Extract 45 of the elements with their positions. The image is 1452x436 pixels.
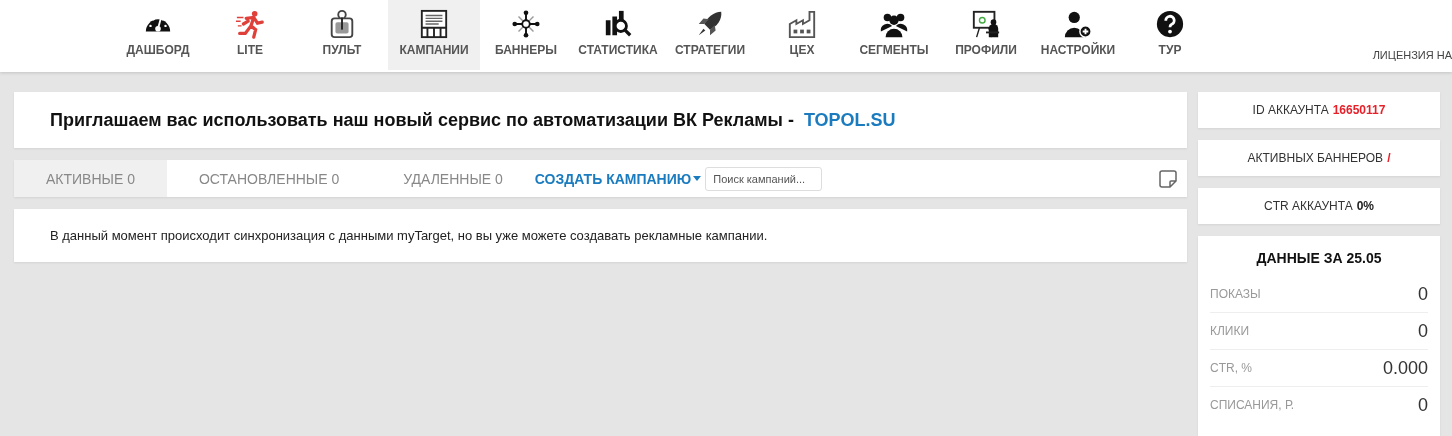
keyboard-icon [419,9,449,39]
caret-icon [693,176,702,181]
search-field[interactable]: Поиск кампаний... [705,166,823,191]
nav-item[interactable]: КАМПАНИИ [388,0,480,70]
nav-item[interactable]: ПУЛЬТ [296,0,388,70]
create-campaign-button[interactable]: СОЗДАТЬ КАМПАНИЮ [534,170,706,187]
metric-value: 0.000 [1382,357,1428,379]
metric-label: КЛИКИ [1210,324,1250,338]
stat-value: 0% [1356,199,1374,213]
nav-item[interactable]: ЦЕХ [756,0,848,70]
metric-value: 0 [1418,283,1428,305]
metric-label: ПОКАЗЫ [1210,287,1261,301]
help-icon [1155,9,1185,39]
runner-icon [235,9,265,39]
user-plus-icon [1063,9,1093,39]
network-icon [511,9,541,39]
campaign-tab[interactable]: ОСТАНОВЛЕННЫЕ 0 [166,160,372,197]
metric-label: CTR, % [1210,361,1252,375]
metric-value: 0 [1418,320,1428,342]
nav-item[interactable]: СТАТИСТИКА [572,0,664,70]
daily-title: ДАННЫЕ ЗА 25.05 [1255,250,1383,266]
sync-message: В данный момент происходит синхронизация с данными myTarget, но вы уже можете создавать рекламные кампании. [14,209,1187,262]
nav-item[interactable]: LITE [204,0,296,70]
metric-value: 0 [1418,394,1428,416]
campaign-tab[interactable]: УДАЛЕННЫЕ 0 [371,160,535,197]
presenter-icon [971,9,1001,39]
chart-search-icon [603,9,633,39]
stat-value: 16650117 [1332,103,1386,117]
note-icon[interactable] [1159,169,1177,188]
stat-label: АКТИВНЫХ БАННЕРОВ [1247,151,1384,165]
nav-item[interactable]: ПРОФИЛИ [940,0,1032,70]
license-label: ЛИЦЕНЗИЯ НА [1372,49,1452,61]
nav-item[interactable]: ДАШБОРД [112,0,204,70]
nav-item[interactable]: СТРАТЕГИИ [664,0,756,70]
announcement-text: Приглашаем вас использовать наш новый сервис по автоматизации ВК Рекламы - TOPOL.SU [14,92,1187,148]
factory-icon [787,9,817,39]
nav-item[interactable]: БАННЕРЫ [480,0,572,70]
stat-value: / [1387,151,1391,165]
metric-label: СПИСАНИЯ, Р. [1210,398,1295,412]
nav-item[interactable]: НАСТРОЙКИ [1032,0,1124,70]
topol-link[interactable]: TOPOL.SU [803,109,896,131]
nav-item[interactable]: СЕГМЕНТЫ [848,0,940,70]
nav-item[interactable]: ТУР [1124,0,1216,70]
stat-label: CTR АККАУНТА [1264,199,1353,213]
stat-label: ID АККАУНТА [1252,103,1329,117]
